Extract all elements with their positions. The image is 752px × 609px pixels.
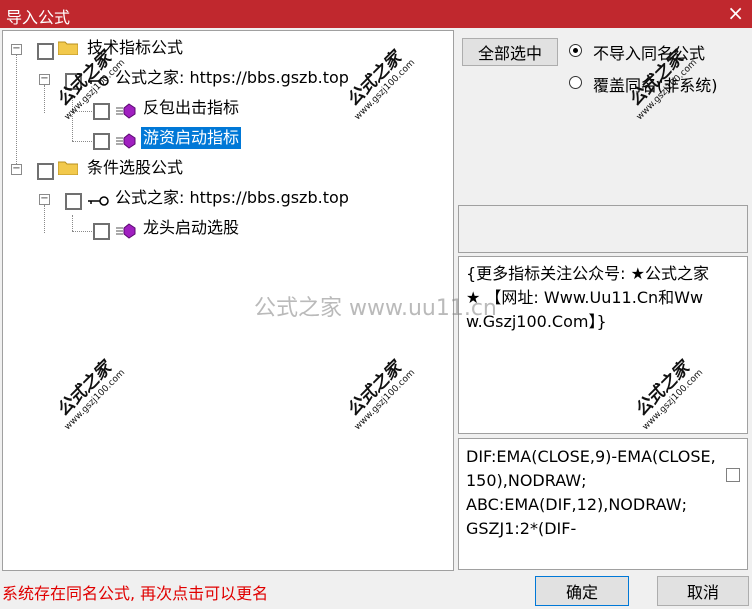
tree-node-label[interactable]: 公式之家: https://bbs.gszb.top	[115, 67, 349, 89]
expander-icon[interactable]: −	[11, 164, 22, 175]
tree-node-label[interactable]: 公式之家: https://bbs.gszb.top	[115, 187, 349, 209]
tree-checkbox[interactable]	[93, 103, 110, 120]
key-icon	[88, 196, 109, 206]
formula-name-field[interactable]	[458, 205, 748, 253]
title-bar: 导入公式 ×	[0, 0, 752, 28]
close-icon[interactable]: ×	[727, 2, 744, 24]
formula-tree[interactable]: − 技术指标公式 − 公式之家: https://bbs.gszb.top 反包…	[2, 30, 454, 571]
formula-icon	[116, 223, 136, 239]
tree-checkbox[interactable]	[65, 73, 82, 90]
code-checkbox[interactable]	[726, 468, 740, 482]
tree-checkbox[interactable]	[37, 43, 54, 60]
dialog-title: 导入公式	[6, 8, 71, 27]
expander-icon[interactable]: −	[39, 74, 50, 85]
radio-skip-label[interactable]: 不导入同名公式	[593, 40, 705, 64]
tree-node-label[interactable]: 反包出击指标	[143, 97, 239, 119]
expander-icon[interactable]: −	[11, 44, 22, 55]
radio-skip-duplicates[interactable]	[569, 44, 582, 57]
cancel-button[interactable]: 取消	[657, 576, 749, 606]
tree-checkbox[interactable]	[93, 223, 110, 240]
folder-icon	[58, 41, 78, 55]
ok-button[interactable]: 确定	[535, 576, 629, 606]
tree-node-label[interactable]: 龙头启动选股	[143, 217, 239, 239]
tree-checkbox[interactable]	[93, 133, 110, 150]
key-icon	[88, 76, 109, 86]
code-preview-text: DIF:EMA(CLOSE,9)-EMA(CLOSE,150),NODRAW; …	[466, 447, 716, 538]
description-text: {更多指标关注公众号: ★公式之家★ 【网址: Www.Uu11.Cn和Www.…	[466, 264, 710, 331]
tree-checkbox[interactable]	[65, 193, 82, 210]
tree-node-label[interactable]: 条件选股公式	[87, 157, 183, 179]
formula-icon	[116, 133, 136, 149]
folder-icon	[58, 161, 78, 175]
radio-overwrite[interactable]	[569, 76, 582, 89]
select-all-button[interactable]: 全部选中	[462, 38, 558, 66]
tree-node-label[interactable]: 技术指标公式	[87, 37, 183, 59]
radio-overwrite-label[interactable]: 覆盖同名(非系统)	[593, 72, 718, 96]
status-message: 系统存在同名公式, 再次点击可以更名	[2, 584, 269, 603]
tree-checkbox[interactable]	[37, 163, 54, 180]
tree-node-label-selected[interactable]: 游资启动指标	[141, 127, 242, 149]
expander-icon[interactable]: −	[39, 194, 50, 205]
formula-icon	[116, 103, 136, 119]
